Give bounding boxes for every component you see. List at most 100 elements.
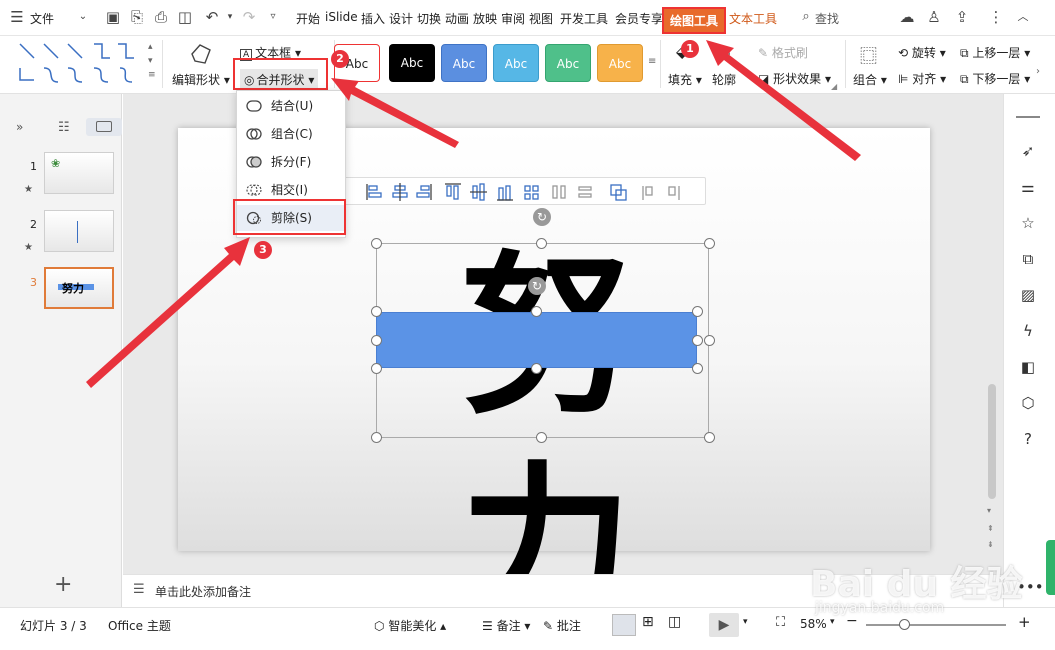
ribbon-scroll-right-icon[interactable]: › [1036, 66, 1040, 77]
resize-handle[interactable] [536, 238, 547, 249]
rotate-button[interactable]: ⟲ 旋转 ▾ [898, 44, 946, 61]
zoom-dropdown-icon[interactable]: ▾ [830, 617, 835, 627]
flash-icon[interactable]: ϟ [1017, 320, 1039, 342]
gallery-expand-icon[interactable]: ≡ [148, 70, 156, 80]
undo-dropdown-icon[interactable]: ▾ [221, 8, 239, 26]
tab-islide[interactable]: iSlide [325, 10, 358, 24]
resize-handle[interactable] [371, 238, 382, 249]
slide-thumbnail-1[interactable]: ❀ [44, 152, 114, 194]
play-options-icon[interactable]: ▾ [743, 617, 748, 627]
zoom-slider[interactable] [866, 624, 1006, 626]
prev-page-icon[interactable]: ⇞ [987, 524, 994, 533]
zoom-in-icon[interactable]: + [1018, 613, 1031, 631]
styles-expand-icon[interactable]: ≡ [648, 56, 656, 67]
shape-style-preset-cyan[interactable]: Abc [493, 44, 539, 82]
resize-handle[interactable] [692, 335, 703, 346]
outline-button[interactable]: 轮廓 [712, 71, 736, 88]
shape-style-preset-blue[interactable]: Abc [441, 44, 487, 82]
resize-handle[interactable] [531, 306, 542, 317]
tab-home[interactable]: 开始 [296, 10, 320, 27]
resize-handle[interactable] [704, 335, 715, 346]
tab-transitions[interactable]: 切换 [417, 10, 441, 27]
tab-review[interactable]: 审阅 [501, 10, 525, 27]
shape-lines-gallery[interactable] [16, 40, 138, 88]
print-preview-icon[interactable]: ◫ [176, 8, 194, 26]
next-page-icon[interactable]: ⇟ [987, 540, 994, 549]
send-backward-button[interactable]: ⧉ 下移一层 ▾ [960, 70, 1030, 87]
save-icon[interactable]: ▣ [104, 8, 122, 26]
rotate-handle-icon[interactable]: ↻ [528, 277, 546, 295]
notes-button[interactable]: ☰ 备注 ▾ [482, 617, 530, 634]
add-slide-icon[interactable]: + [54, 574, 72, 596]
resize-handle[interactable] [371, 306, 382, 317]
tab-insert[interactable]: 插入 [361, 10, 385, 27]
side-green-tab[interactable] [1046, 540, 1055, 595]
comments-button[interactable]: ✎ 批注 [543, 617, 581, 634]
resize-handle[interactable] [704, 432, 715, 443]
dialog-launcher-icon[interactable]: ◢ [831, 82, 837, 91]
collapse-ribbon-icon[interactable]: ︿ [1014, 8, 1032, 26]
tab-member[interactable]: 会员专享 [615, 10, 663, 27]
image-tool-icon[interactable]: ▨ [1017, 284, 1039, 306]
gallery-scroll-up-icon[interactable]: ▴ [148, 42, 153, 52]
resize-handle[interactable] [371, 363, 382, 374]
smart-beautify-button[interactable]: ⬡ 智能美化 ▴ [374, 617, 446, 634]
customize-toolbar-icon[interactable]: ▿ [264, 8, 282, 26]
group-button[interactable]: 组合 ▾ [853, 71, 887, 88]
book-search-icon[interactable]: ◧ [1017, 356, 1039, 378]
more-options-icon[interactable]: ⋮ [987, 8, 1005, 26]
resize-handle[interactable] [692, 363, 703, 374]
hamburger-menu-icon[interactable]: ☰ [8, 8, 26, 26]
resize-handle[interactable] [531, 363, 542, 374]
settings-sliders-icon[interactable]: ⚌ [1017, 176, 1039, 198]
theme-name[interactable]: Office 主题 [108, 617, 171, 634]
edit-shape-button[interactable]: 编辑形状 ▾ [172, 71, 230, 88]
tab-view[interactable]: 视图 [529, 10, 553, 27]
rocket-icon[interactable]: ➶ [1017, 140, 1039, 162]
align-button[interactable]: ⊫ 对齐 ▾ [898, 70, 946, 87]
cloud-icon[interactable]: ☁ [898, 8, 916, 26]
notes-placeholder[interactable]: 单击此处添加备注 [155, 583, 251, 600]
print-icon[interactable]: ⎙ [152, 8, 170, 26]
chevron-down-icon[interactable]: ⌄ [74, 8, 92, 26]
shape-style-preset-black[interactable]: Abc [389, 44, 435, 82]
tab-text-tools[interactable]: 文本工具 [729, 10, 777, 27]
scroll-down-icon[interactable]: ▾ [987, 506, 991, 515]
reading-view-icon[interactable]: ◫ [668, 614, 681, 630]
resize-handle[interactable] [371, 432, 382, 443]
star-magic-icon[interactable]: ☆ [1017, 212, 1039, 234]
bring-forward-button[interactable]: ⧉ 上移一层 ▾ [960, 44, 1030, 61]
redo-icon[interactable]: ↷ [240, 8, 258, 26]
user-icon[interactable]: ♙ [925, 8, 943, 26]
fill-button[interactable]: 填充 ▾ [668, 71, 702, 88]
rotate-handle-icon[interactable]: ↻ [533, 208, 551, 226]
shape-style-preset-green[interactable]: Abc [545, 44, 591, 82]
help-icon[interactable]: ? [1017, 428, 1039, 450]
grid-view-icon[interactable]: ⊞ [642, 614, 654, 630]
thumbnail-view-tab[interactable] [86, 118, 122, 136]
slide-thumbnail-2[interactable] [44, 210, 114, 252]
undo-icon[interactable]: ↶ [203, 8, 221, 26]
blue-rectangle-shape[interactable] [376, 312, 697, 368]
play-slideshow-icon[interactable]: ▶ [709, 613, 739, 637]
menu-item-combine[interactable]: 组合(C) [237, 121, 345, 147]
format-painter-button[interactable]: ✎ 格式刷 [758, 44, 808, 61]
fit-to-window-icon[interactable]: ⛶ [776, 615, 785, 630]
normal-view-icon[interactable] [612, 614, 636, 636]
resize-handle[interactable] [704, 238, 715, 249]
shape-style-preset-orange[interactable]: Abc [597, 44, 643, 82]
tab-developer[interactable]: 开发工具 [560, 10, 608, 27]
menu-item-union[interactable]: 结合(U) [237, 93, 345, 119]
resize-handle[interactable] [371, 335, 382, 346]
export-pdf-icon[interactable]: ⎘ [128, 8, 146, 26]
resize-handle[interactable] [692, 306, 703, 317]
search-button[interactable]: 查找 [815, 10, 839, 27]
outline-view-icon[interactable]: ☷ [58, 120, 70, 135]
align-tools-icons[interactable] [343, 178, 707, 206]
tab-animation[interactable]: 动画 [445, 10, 469, 27]
slide-thumbnail-3[interactable]: 努力 [44, 267, 114, 309]
tab-slideshow[interactable]: 放映 [473, 10, 497, 27]
tab-design[interactable]: 设计 [389, 10, 413, 27]
tab-drawing-tools[interactable]: 绘图工具 [662, 7, 727, 34]
zoom-level[interactable]: 58% [800, 617, 827, 631]
